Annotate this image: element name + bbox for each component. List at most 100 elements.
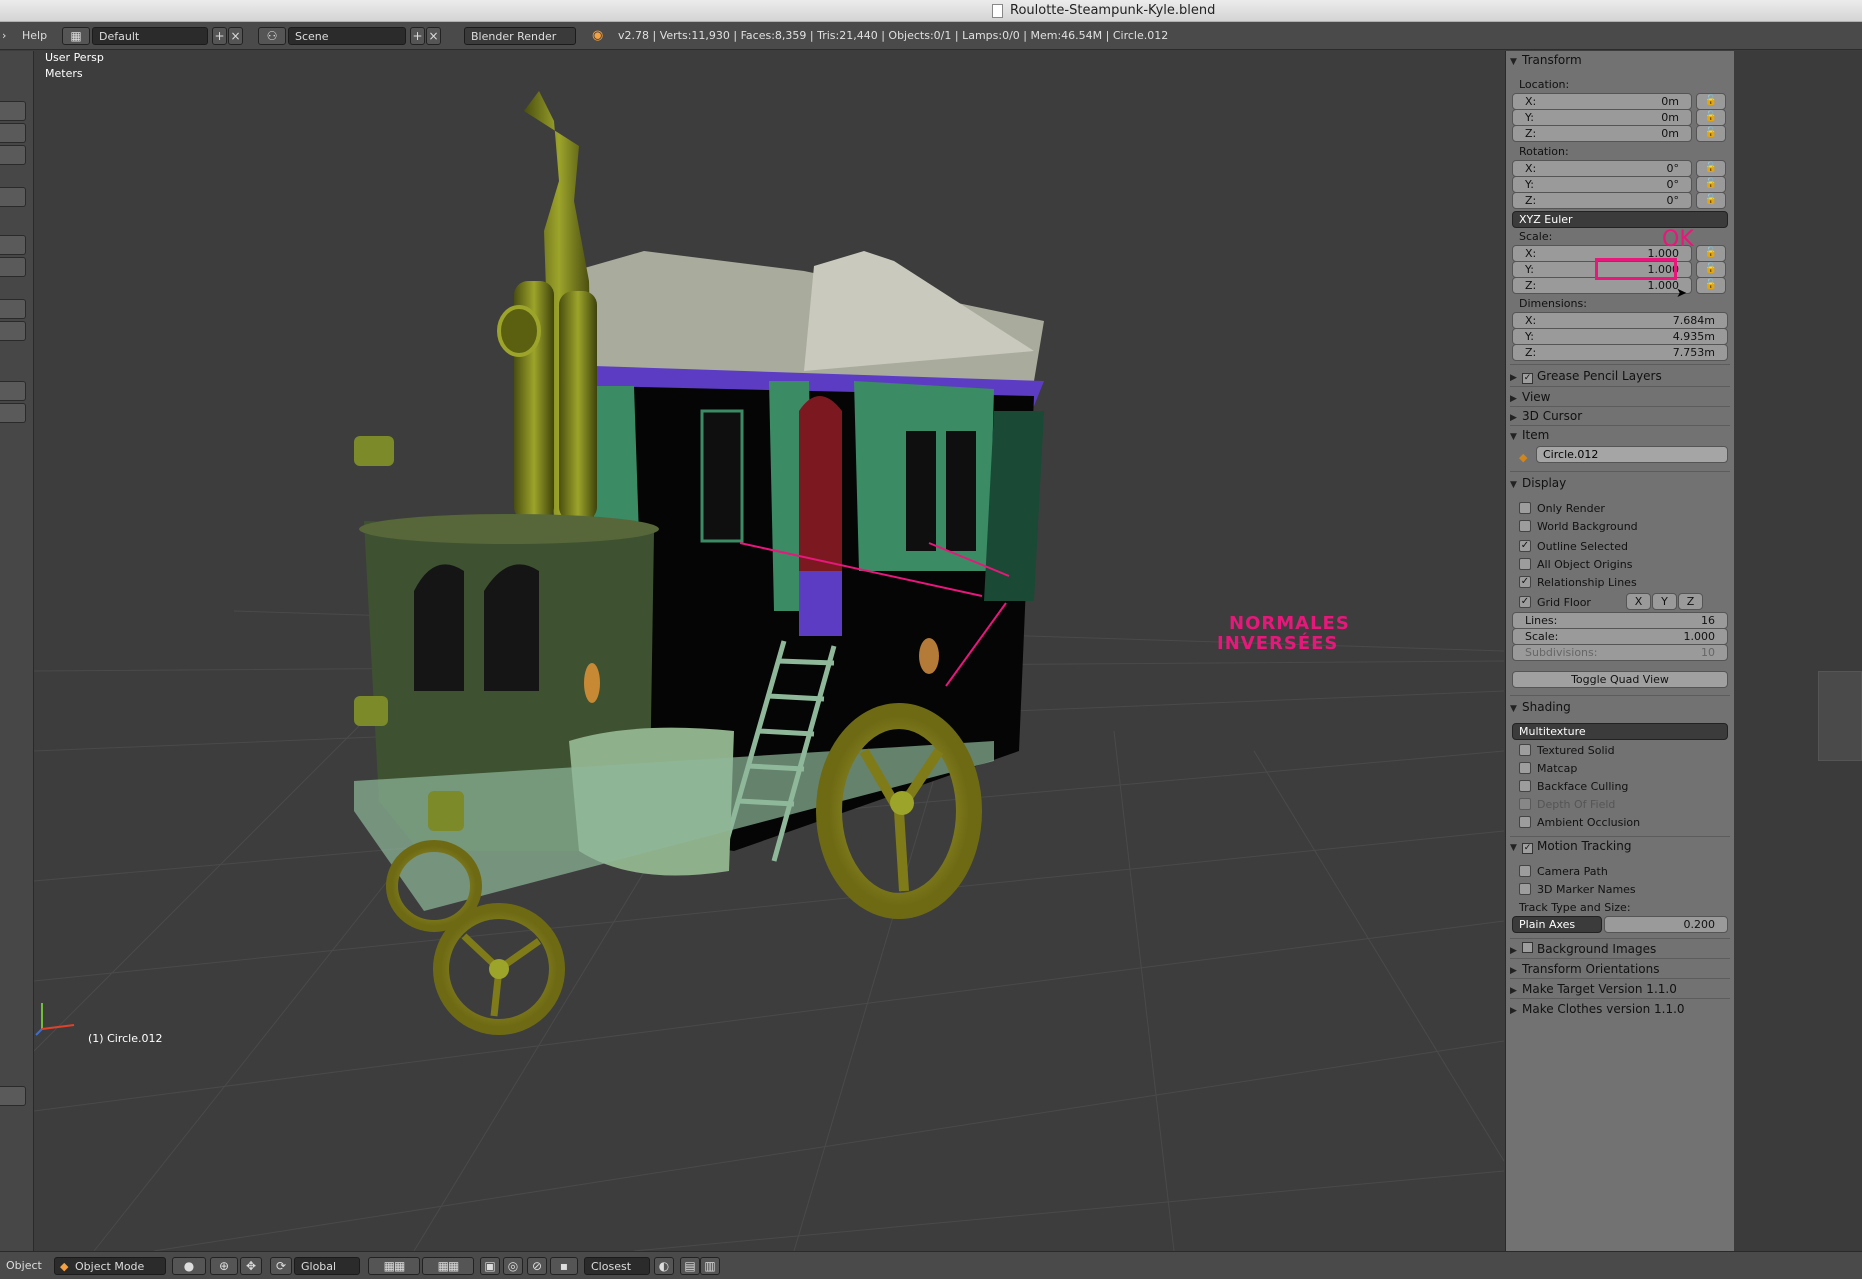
toolshelf-tab[interactable] xyxy=(0,299,26,319)
rotation-y-field[interactable]: Y: 0° xyxy=(1512,176,1692,193)
remove-scene-button[interactable]: × xyxy=(426,27,441,45)
shading-header[interactable]: ▼ Shading xyxy=(1510,700,1571,714)
object-menu[interactable]: Object xyxy=(6,1257,42,1275)
toolshelf-tab[interactable] xyxy=(0,145,26,165)
background-images-header[interactable]: ▶ Background Images xyxy=(1510,942,1656,956)
3d-viewport[interactable]: User Persp Meters (1) Circle.012 NORMALE… xyxy=(34,51,1504,1251)
render-animation-icon[interactable]: ▤ xyxy=(680,1257,700,1275)
rotation-x-field[interactable]: X: 0° xyxy=(1512,160,1692,177)
lock-icon[interactable]: 🔓 xyxy=(1696,176,1726,193)
toolshelf-tab[interactable] xyxy=(0,257,26,277)
orientation-dropdown[interactable]: Global xyxy=(294,1257,360,1275)
toolshelf-tab[interactable] xyxy=(0,187,26,207)
lock-icon[interactable]: 🔓 xyxy=(1696,109,1726,126)
scene-dropdown[interactable]: Scene xyxy=(288,27,406,45)
render-animation-icon[interactable]: ▥ xyxy=(700,1257,720,1275)
location-y-field[interactable]: Y: 0m xyxy=(1512,109,1692,126)
grid-axis-y-toggle[interactable]: Y xyxy=(1652,593,1677,610)
grid-lines-field[interactable]: Lines: 16 xyxy=(1512,612,1728,629)
lock-layers-icon[interactable]: ▣ xyxy=(480,1257,500,1275)
remove-screen-button[interactable]: × xyxy=(228,27,243,45)
shading-mode-dropdown[interactable]: Multitexture xyxy=(1512,723,1728,740)
matcap-checkbox[interactable] xyxy=(1519,762,1531,774)
collapsed-region[interactable] xyxy=(1818,671,1862,761)
location-x-field[interactable]: X: 0m xyxy=(1512,93,1692,110)
track-size-field[interactable]: 0.200 xyxy=(1604,916,1728,933)
rotation-mode-dropdown[interactable]: XYZ Euler xyxy=(1512,211,1728,228)
transform-orientation-icon[interactable]: ⟳ xyxy=(270,1257,292,1275)
viewport-shading-dropdown[interactable]: ● xyxy=(172,1257,206,1275)
add-scene-button[interactable]: + xyxy=(410,27,425,45)
depth-of-field-checkbox[interactable] xyxy=(1519,798,1531,810)
lock-icon[interactable]: 🔓 xyxy=(1696,192,1726,209)
toolshelf-tab[interactable] xyxy=(0,123,26,143)
location-z-field[interactable]: Z: 0m xyxy=(1512,125,1692,142)
only-render-checkbox[interactable] xyxy=(1519,502,1531,514)
world-background-checkbox[interactable] xyxy=(1519,520,1531,532)
display-header[interactable]: ▼ Display xyxy=(1510,476,1566,490)
help-menu[interactable]: Help xyxy=(22,27,47,45)
scene-icon[interactable]: ⚇ xyxy=(258,27,286,45)
snap-element-dropdown[interactable]: ▪ xyxy=(550,1257,578,1275)
grid-axis-x-toggle[interactable]: X xyxy=(1626,593,1651,610)
dimensions-x-field[interactable]: X: 7.684m xyxy=(1512,312,1728,329)
all-object-origins-checkbox[interactable] xyxy=(1519,558,1531,570)
grid-axis-z-toggle[interactable]: Z xyxy=(1678,593,1703,610)
grid-floor-checkbox[interactable]: ✓ xyxy=(1519,596,1531,608)
pivot-point-dropdown[interactable]: ⊕ xyxy=(210,1257,238,1275)
lock-icon[interactable]: 🔓 xyxy=(1696,93,1726,110)
snap-toggle-icon[interactable]: ⊘ xyxy=(527,1257,547,1275)
layers-grid-2[interactable]: ▦▦ xyxy=(422,1257,474,1275)
make-clothes-header[interactable]: ▶ Make Clothes version 1.1.0 xyxy=(1510,1002,1685,1016)
lock-icon[interactable]: 🔓 xyxy=(1696,245,1726,262)
relationship-lines-label: Relationship Lines xyxy=(1537,576,1637,589)
toolshelf-tab[interactable] xyxy=(0,321,26,341)
snap-target-dropdown[interactable]: Closest xyxy=(584,1257,650,1275)
caravan-window xyxy=(906,431,936,551)
properties-panel[interactable]: ▼ Transform Location: X: 0m 🔓 Y: 0m 🔓 Z: 0m … xyxy=(1505,51,1734,1251)
dimensions-y-field[interactable]: Y: 4.935m xyxy=(1512,328,1728,345)
toolshelf-collapsed[interactable] xyxy=(0,51,34,1251)
ambient-occlusion-checkbox[interactable] xyxy=(1519,816,1531,828)
object-name-field[interactable]: Circle.012 xyxy=(1536,446,1728,463)
add-screen-button[interactable]: + xyxy=(212,27,227,45)
screen-layout-icon[interactable]: ▦ xyxy=(62,27,90,45)
rotation-z-field[interactable]: Z: 0° xyxy=(1512,192,1692,209)
mode-dropdown[interactable]: Object Mode xyxy=(54,1257,166,1275)
backface-culling-checkbox[interactable] xyxy=(1519,780,1531,792)
motion-tracking-header[interactable]: ▼ ✓ Motion Tracking xyxy=(1510,839,1631,854)
toolshelf-tab[interactable] xyxy=(0,1086,26,1106)
manipulator-toggle[interactable]: ✥ xyxy=(240,1257,262,1275)
textured-solid-checkbox[interactable] xyxy=(1519,744,1531,756)
lock-icon[interactable]: 🔓 xyxy=(1696,160,1726,177)
3d-cursor-header[interactable]: ▶ 3D Cursor xyxy=(1510,409,1582,423)
lock-icon[interactable]: 🔓 xyxy=(1696,125,1726,142)
item-header[interactable]: ▼ Item xyxy=(1510,428,1549,442)
grease-pencil-header[interactable]: ▶ ✓ Grease Pencil Layers xyxy=(1510,369,1662,384)
grid-subdivisions-field[interactable]: Subdivisions: 10 xyxy=(1512,644,1728,661)
render-engine-dropdown[interactable]: Blender Render xyxy=(464,27,576,45)
lock-icon[interactable]: 🔓 xyxy=(1696,277,1726,294)
proportional-edit-icon[interactable]: ◎ xyxy=(503,1257,523,1275)
toolshelf-tab[interactable] xyxy=(0,235,26,255)
toolshelf-tab[interactable] xyxy=(0,101,26,121)
track-type-dropdown[interactable]: Plain Axes xyxy=(1512,916,1602,933)
textured-solid-label: Textured Solid xyxy=(1537,744,1615,757)
layers-grid-1[interactable]: ▦▦ xyxy=(368,1257,420,1275)
transform-orientations-header[interactable]: ▶ Transform Orientations xyxy=(1510,962,1660,976)
camera-path-checkbox[interactable] xyxy=(1519,865,1531,877)
lock-icon[interactable]: 🔓 xyxy=(1696,261,1726,278)
make-target-header[interactable]: ▶ Make Target Version 1.1.0 xyxy=(1510,982,1677,996)
opengl-render-icon[interactable]: ◐ xyxy=(654,1257,674,1275)
screen-layout-dropdown[interactable]: Default xyxy=(92,27,208,45)
grid-scale-field[interactable]: Scale: 1.000 xyxy=(1512,628,1728,645)
dimensions-z-field[interactable]: Z: 7.753m xyxy=(1512,344,1728,361)
relationship-lines-checkbox[interactable]: ✓ xyxy=(1519,576,1531,588)
marker-names-checkbox[interactable] xyxy=(1519,883,1531,895)
toggle-quad-view-button[interactable]: Toggle Quad View xyxy=(1512,671,1728,688)
outline-selected-checkbox[interactable]: ✓ xyxy=(1519,540,1531,552)
view-header[interactable]: ▶ View xyxy=(1510,390,1550,404)
toolshelf-tab[interactable] xyxy=(0,381,26,401)
transform-header[interactable]: ▼ Transform xyxy=(1510,53,1582,67)
toolshelf-tab[interactable] xyxy=(0,403,26,423)
